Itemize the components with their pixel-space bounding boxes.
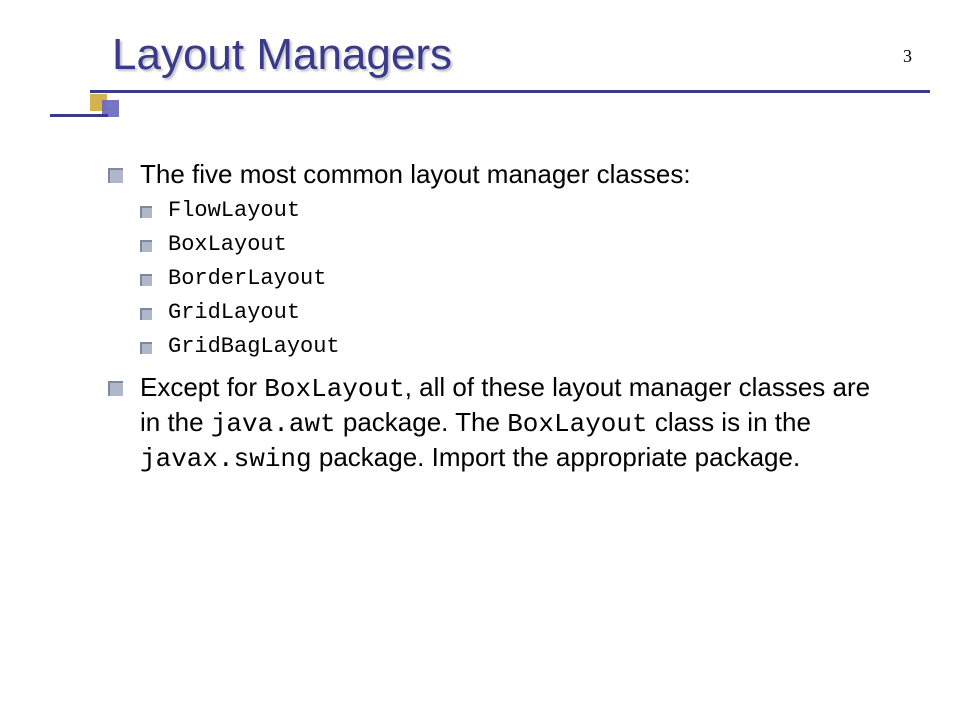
layout-item: FlowLayout <box>140 195 890 227</box>
bullet-intro: The five most common layout manager clas… <box>108 158 890 363</box>
para-code: BoxLayout <box>507 409 647 439</box>
para-code: javax.swing <box>140 444 312 474</box>
para-code: BoxLayout <box>264 374 404 404</box>
para-text: class is in the <box>648 407 811 437</box>
decor-line-short <box>50 114 108 117</box>
decor-line-long <box>90 90 930 93</box>
para-text: package. The <box>336 407 508 437</box>
para-code: java.awt <box>211 409 336 439</box>
layout-item: GridBagLayout <box>140 331 890 363</box>
slide-header: Layout Managers <box>50 30 910 122</box>
title-decor <box>50 90 910 122</box>
bullet-list-level2: FlowLayout BoxLayout BorderLayout GridLa… <box>140 195 890 362</box>
para-text: package. Import the appropriate package. <box>312 442 801 472</box>
bullet-intro-text: The five most common layout manager clas… <box>140 159 691 189</box>
bullet-list-level1: The five most common layout manager clas… <box>108 158 890 477</box>
bullet-paragraph: Except for BoxLayout, all of these layou… <box>108 371 890 477</box>
para-text: Except for <box>140 372 264 402</box>
layout-item: BorderLayout <box>140 263 890 295</box>
layout-item: GridLayout <box>140 297 890 329</box>
slide-body: The five most common layout manager clas… <box>50 158 910 477</box>
layout-item: BoxLayout <box>140 229 890 261</box>
slide: 3 Layout Managers The five most common l… <box>0 0 960 720</box>
slide-title: Layout Managers <box>106 30 910 80</box>
